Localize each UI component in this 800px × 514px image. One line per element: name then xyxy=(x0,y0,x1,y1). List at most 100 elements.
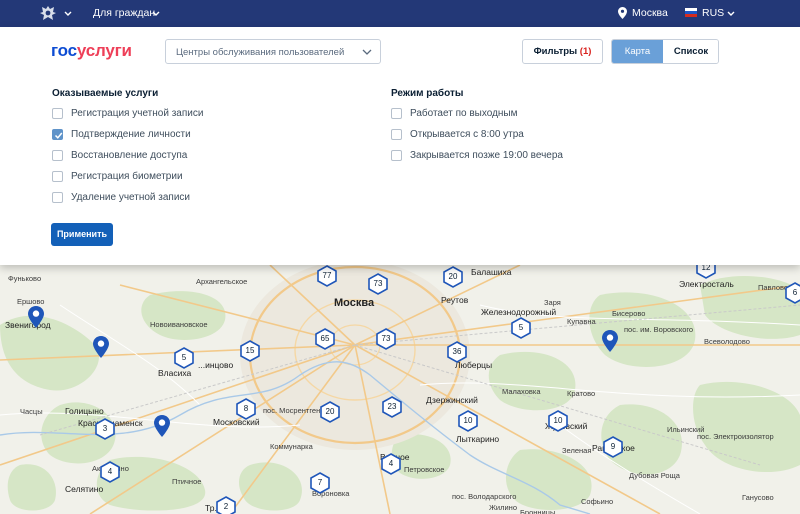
map-place-label: Бисерово xyxy=(612,309,646,318)
checkbox-box[interactable] xyxy=(391,150,402,161)
cluster-count: 15 xyxy=(245,346,255,355)
chevron-down-icon[interactable] xyxy=(726,9,736,19)
cluster-count: 5 xyxy=(518,323,524,332)
map-cluster-marker[interactable]: 5 xyxy=(510,317,532,339)
map-place-label: Дубовая Роща xyxy=(629,471,680,480)
filters-count: (1) xyxy=(579,46,592,57)
map-pin-icon[interactable] xyxy=(28,306,44,328)
view-list-button[interactable]: Список xyxy=(663,40,718,63)
chevron-down-icon[interactable] xyxy=(63,9,73,19)
language-selector[interactable]: RUS xyxy=(702,7,724,20)
map-cluster-marker[interactable]: 65 xyxy=(314,328,336,350)
map-place-label: Ганусово xyxy=(742,493,774,502)
map-place-label: Жилино xyxy=(489,503,517,512)
map-cluster-marker[interactable]: 4 xyxy=(99,461,121,483)
map-cluster-marker[interactable]: 5 xyxy=(173,347,195,369)
cluster-count: 12 xyxy=(701,265,711,272)
map-place-label: Малаховка xyxy=(502,387,541,396)
map-cluster-marker[interactable]: 73 xyxy=(375,328,397,350)
map-cluster-marker[interactable]: 8 xyxy=(235,398,257,420)
chevron-down-icon xyxy=(362,49,372,55)
cluster-count: 73 xyxy=(373,279,383,288)
checkbox-box[interactable] xyxy=(52,129,63,140)
map-place-label: Голицыно xyxy=(65,406,104,416)
cluster-count: 36 xyxy=(452,347,462,356)
map-cluster-marker[interactable]: 6 xyxy=(784,282,800,304)
map-pin-icon[interactable] xyxy=(154,415,170,437)
view-map-button[interactable]: Карта xyxy=(612,40,663,63)
cluster-count: 5 xyxy=(181,353,187,362)
category-select[interactable]: Центры обслуживания пользователей xyxy=(165,39,381,64)
map-cluster-marker[interactable]: 4 xyxy=(380,453,402,475)
filter-panel: госуслуги Центры обслуживания пользовате… xyxy=(0,27,800,265)
map-cluster-marker[interactable]: 20 xyxy=(319,401,341,423)
map-cluster-marker[interactable]: 7 xyxy=(309,472,331,494)
map-place-label: Селятино xyxy=(65,484,104,494)
map-place-label: Часцы xyxy=(20,407,43,416)
map-place-label: Бронницы xyxy=(520,508,556,514)
checkbox-box[interactable] xyxy=(52,192,63,203)
map-place-label: Ершово xyxy=(17,297,45,306)
map-place-label: Лыткарино xyxy=(456,434,500,444)
cluster-count: 10 xyxy=(553,416,563,425)
schedule-title: Режим работы xyxy=(391,88,464,99)
map-cluster-marker[interactable]: 20 xyxy=(442,266,464,288)
cluster-count: 20 xyxy=(448,272,458,281)
map-cluster-marker[interactable]: 36 xyxy=(446,341,468,363)
location-pin-icon xyxy=(618,7,627,19)
service-label: Подтверждение личности xyxy=(71,129,191,140)
apply-button[interactable]: Применить xyxy=(51,223,113,246)
map-cluster-marker[interactable]: 12 xyxy=(695,265,717,279)
checkbox-box[interactable] xyxy=(391,129,402,140)
schedule-label: Закрывается позже 19:00 вечера xyxy=(410,150,563,161)
coat-of-arms-icon[interactable] xyxy=(38,4,58,23)
cluster-count: 8 xyxy=(243,404,249,413)
map-cluster-marker[interactable]: 10 xyxy=(457,410,479,432)
service-label: Регистрация учетной записи xyxy=(71,108,204,119)
gosuslugi-logo[interactable]: госуслуги xyxy=(51,41,132,61)
map-pin-icon[interactable] xyxy=(602,330,618,352)
checkbox-box[interactable] xyxy=(52,150,63,161)
map-place-label: Железнодорожный xyxy=(481,307,557,317)
checkbox-box[interactable] xyxy=(391,108,402,119)
map-cluster-marker[interactable]: 3 xyxy=(94,418,116,440)
cluster-count: 7 xyxy=(317,478,323,487)
map-place-label: пос. Володарского xyxy=(452,492,517,501)
schedule-label: Открывается с 8:00 утра xyxy=(410,129,524,140)
map-place-label: Новоивановское xyxy=(150,320,208,329)
cluster-count: 20 xyxy=(325,407,335,416)
map-cluster-marker[interactable]: 15 xyxy=(239,340,261,362)
map-place-label: пос. Электроизолятор xyxy=(697,432,774,441)
audience-menu[interactable]: Для граждан xyxy=(93,7,155,20)
map-place-label: Кратово xyxy=(567,389,596,398)
cluster-count: 23 xyxy=(387,402,397,411)
view-toggle: Карта Список xyxy=(611,39,719,64)
checkbox-box[interactable] xyxy=(52,171,63,182)
category-select-value: Центры обслуживания пользователей xyxy=(176,47,345,58)
map-cluster-marker[interactable]: 73 xyxy=(367,273,389,295)
map-cluster-marker[interactable]: 2 xyxy=(215,496,237,514)
service-label: Удаление учетной записи xyxy=(71,192,191,203)
map-place-label: Коммунарка xyxy=(270,442,313,451)
map-pin-icon[interactable] xyxy=(93,336,109,358)
city-selector[interactable]: Москва xyxy=(632,7,668,20)
map-place-label: Софьино xyxy=(581,497,614,506)
map-cluster-marker[interactable]: 9 xyxy=(602,436,624,458)
map-place-label: Реутов xyxy=(441,295,469,305)
cluster-count: 3 xyxy=(102,424,108,433)
cluster-count: 9 xyxy=(610,442,616,451)
map-place-label: Птичное xyxy=(172,477,202,486)
map-cluster-marker[interactable]: 23 xyxy=(381,396,403,418)
map-place-label: Балашиха xyxy=(471,267,512,277)
checkbox-box[interactable] xyxy=(52,108,63,119)
chevron-down-icon[interactable] xyxy=(151,9,161,19)
map-place-label: пос. Мосрентген xyxy=(263,406,321,415)
schedule-label: Работает по выходным xyxy=(410,108,518,119)
map-cluster-marker[interactable]: 10 xyxy=(547,410,569,432)
map-cluster-marker[interactable]: 77 xyxy=(316,265,338,287)
cluster-count: 77 xyxy=(322,271,332,280)
filters-button[interactable]: Фильтры (1) xyxy=(522,39,603,64)
map-place-label: Власиха xyxy=(158,368,192,378)
map[interactable]: Москва Реутов Балашиха Железнодорожный Любер… xyxy=(0,265,800,514)
logo-part-gos: гос xyxy=(51,41,77,60)
